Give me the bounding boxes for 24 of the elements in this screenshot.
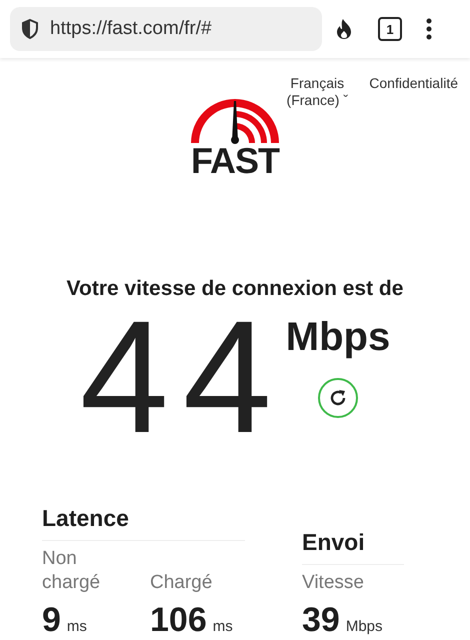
result-heading: Votre vitesse de connexion est de xyxy=(66,277,404,301)
shield-icon xyxy=(20,18,40,40)
menu-icon[interactable] xyxy=(426,18,432,40)
privacy-link[interactable]: Confidentialité xyxy=(369,75,458,131)
metric-unit: Mbps xyxy=(346,618,383,635)
metric-value: 106 xyxy=(150,601,207,640)
flame-icon[interactable] xyxy=(334,18,354,40)
tab-count[interactable]: 1 xyxy=(378,17,402,41)
language-link[interactable]: Français (France) ˇ xyxy=(279,75,356,131)
metric-unit: ms xyxy=(212,618,233,635)
metric-label: Chargé xyxy=(150,571,214,595)
metric-value: 9 xyxy=(42,601,61,640)
url-text: https://fast.com/fr/# xyxy=(50,18,212,40)
address-bar[interactable]: https://fast.com/fr/# xyxy=(10,7,322,51)
metric-value: 39 xyxy=(302,601,340,640)
section-title: Envoi xyxy=(302,529,404,565)
metric-label: Non chargé xyxy=(42,547,102,595)
metric-unit: ms xyxy=(66,618,87,635)
metric-label: Vitesse xyxy=(302,571,365,595)
speed-unit: Mbps xyxy=(286,315,390,360)
logo-text: FAST xyxy=(190,145,279,177)
refresh-button[interactable] xyxy=(318,378,358,418)
section-title: Latence xyxy=(42,505,245,541)
speed-value: 44 xyxy=(80,307,286,457)
